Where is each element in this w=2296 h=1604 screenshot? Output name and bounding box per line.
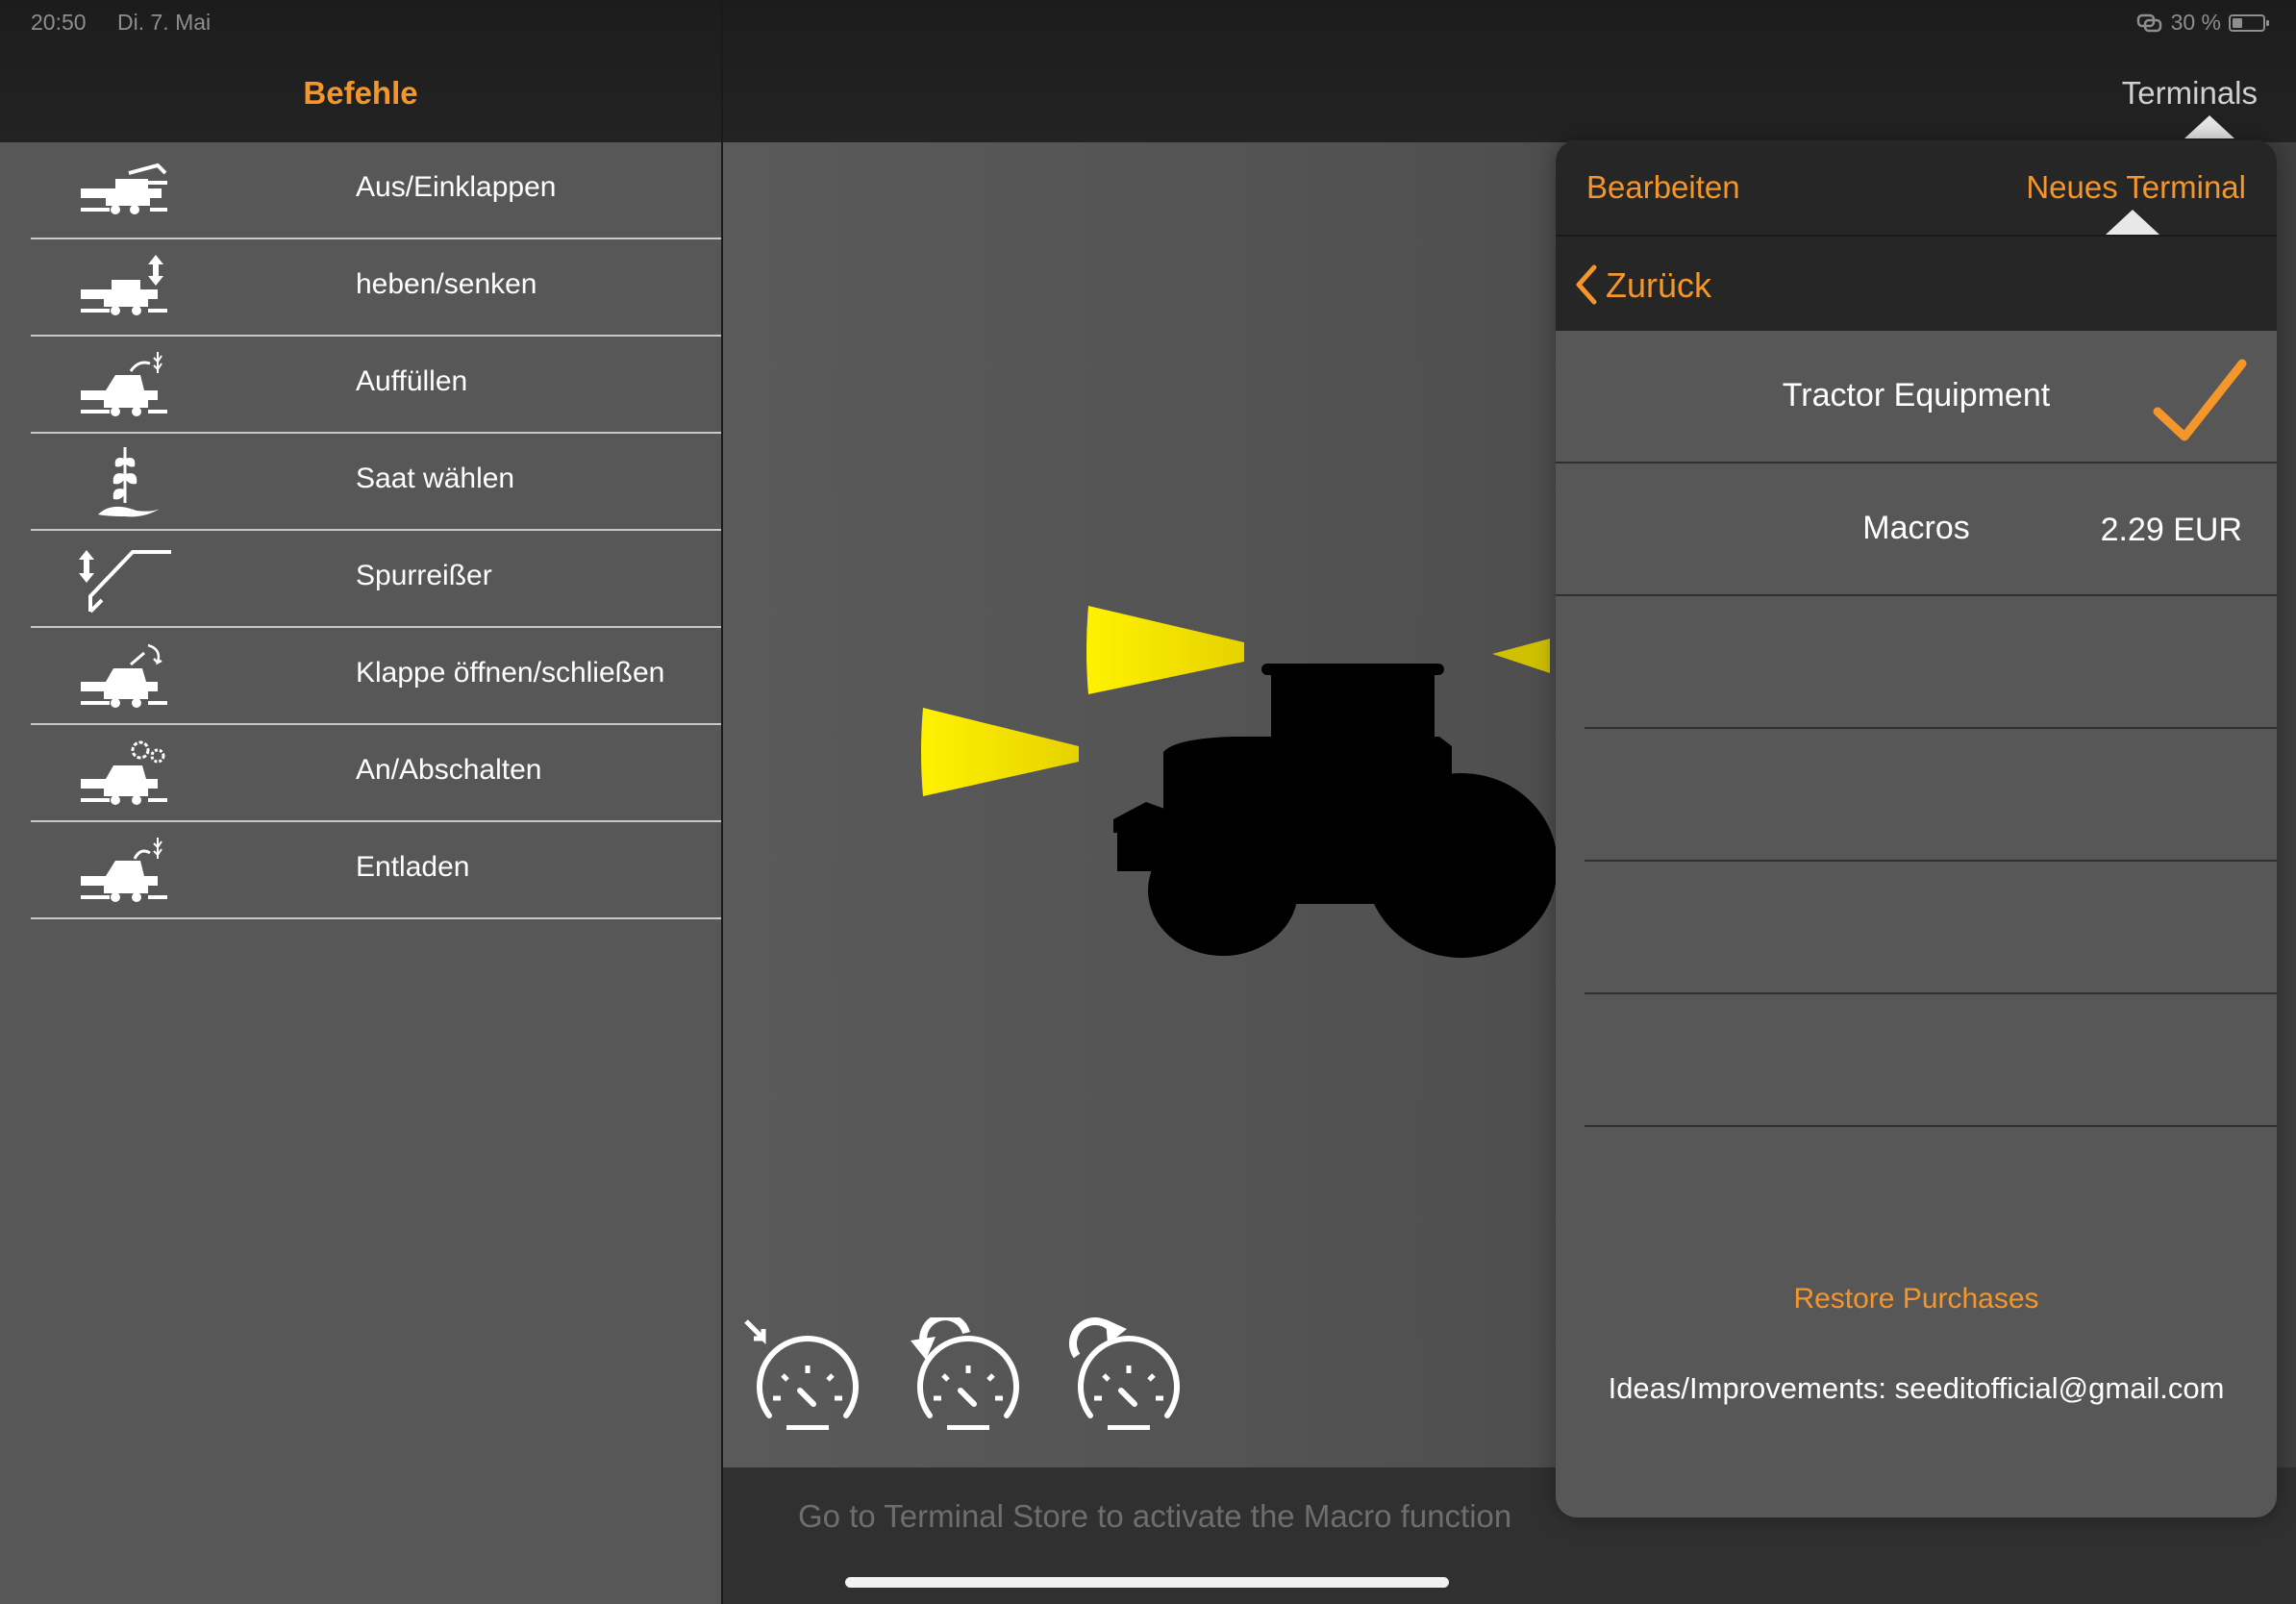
back-button[interactable]: Zurück [1606,265,1711,306]
commands-sidebar: Befehle Aus/Einklappen heben/senken Auff… [0,0,721,1604]
speed-reset-icon[interactable] [742,1317,872,1447]
chevron-left-icon[interactable] [1569,262,1604,308]
battery-icon [2229,13,2269,32]
checkmark-icon [2153,359,2247,441]
terminals-popover: Bearbeiten Neues Terminal Zurück Tractor… [1556,140,2277,1517]
store-item-tractor-equipment[interactable]: Tractor Equipment [1556,331,2277,464]
new-terminal-caret [2106,210,2159,235]
screen-mirroring-icon [2136,13,2161,32]
terminals-caret [2184,115,2234,138]
status-bar: 20:50 Di. 7. Mai 30 % [0,0,2296,44]
command-label: Klappe öffnen/schließen [356,657,665,689]
command-raise-lower[interactable]: heben/senken [31,239,721,337]
new-terminal-button[interactable]: Neues Terminal [2026,169,2246,206]
macro-hint-text: Go to Terminal Store to activate the Mac… [798,1498,1512,1534]
command-seed-select[interactable]: Saat wählen [31,434,721,531]
power-gears-icon [81,740,167,805]
fold-machine-icon [81,163,167,214]
tractor-lights-illustration [921,606,1558,958]
seed-select-icon [98,447,160,517]
empty-row [1585,729,2277,862]
command-flap[interactable]: Klappe öffnen/schließen [31,628,721,725]
command-label: heben/senken [356,268,537,300]
empty-row [1585,994,2277,1127]
front-light-beam [921,708,1079,796]
empty-row [1585,862,2277,994]
unload-icon [81,838,167,902]
empty-row [1585,596,2277,729]
command-label: Spurreißer [356,560,492,591]
status-date: Di. 7. Mai [117,10,212,35]
command-label: An/Abschalten [356,754,542,786]
terminals-button[interactable]: Terminals [2122,75,2258,112]
command-refill[interactable]: Auffüllen [31,337,721,434]
speed-controls [742,1317,1193,1447]
command-unload[interactable]: Entladen [31,822,721,919]
flap-toggle-icon [81,643,167,708]
command-label: Aus/Einklappen [356,171,557,203]
speed-increase-icon[interactable] [1063,1317,1193,1447]
battery-percent: 30 % [2170,10,2221,35]
roof-light-beam-left [1086,606,1244,694]
raise-lower-icon [81,255,167,315]
command-track-marker[interactable]: Spurreißer [31,531,721,628]
command-fold[interactable]: Aus/Einklappen [31,142,721,239]
split-divider [721,0,723,1604]
track-marker-icon [79,550,171,614]
edit-button[interactable]: Bearbeiten [1586,169,1740,206]
sidebar-title: Befehle [303,75,418,111]
command-power[interactable]: An/Abschalten [31,725,721,822]
ideas-contact-text: Ideas/Improvements: seeditofficial@gmail… [1608,1371,2225,1405]
roof-light-beam-right [1492,639,1550,673]
store-item-price: 2.29 EUR [2100,512,2242,548]
status-right: 30 % [2136,10,2269,36]
command-label: Saat wählen [356,463,515,494]
restore-purchases-button[interactable]: Restore Purchases [1556,1283,2277,1316]
status-time: 20:50 [31,10,87,35]
command-label: Entladen [356,851,470,883]
popover-toolbar: Bearbeiten Neues Terminal [1556,140,2277,235]
speed-decrease-icon[interactable] [903,1317,1033,1447]
home-indicator[interactable] [845,1577,1449,1588]
store-item-macros[interactable]: Macros 2.29 EUR [1556,464,2277,596]
refill-icon [81,352,167,416]
command-list: Aus/Einklappen heben/senken Auffüllen Sa… [31,142,721,919]
store-nav-bar: Zurück [1556,235,2277,331]
command-label: Auffüllen [356,365,468,397]
